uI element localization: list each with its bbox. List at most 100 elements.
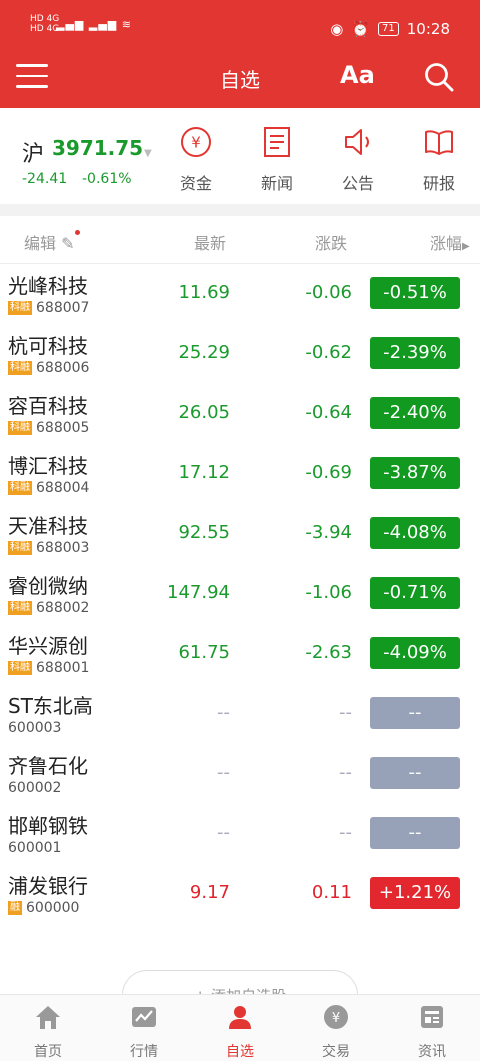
yuan-circle-icon: ¥ [181,127,211,157]
tab-home[interactable]: 首页 [0,1003,96,1061]
stock-change: -0.06 [305,282,352,303]
table-row[interactable]: 华兴源创 科融 688001 61.75 -2.63 -4.09% [0,624,480,684]
stock-pct-badge[interactable]: -0.71% [370,577,460,609]
table-row[interactable]: 睿创微纳 科融 688002 147.94 -1.06 -0.71% [0,564,480,624]
search-icon[interactable] [424,62,454,92]
stock-pct-badge[interactable]: -4.09% [370,637,460,669]
index-name: 沪 [22,142,45,167]
tab-news[interactable]: 资讯 [384,1003,480,1061]
stock-code: 600000 [26,900,80,916]
stock-change: -0.69 [305,462,352,483]
stock-pct-badge[interactable]: -2.40% [370,397,460,429]
table-row[interactable]: 杭可科技 科融 688006 25.29 -0.62 -2.39% [0,324,480,384]
stock-name: 光峰科技 [8,274,88,298]
table-row[interactable]: 博汇科技 科融 688004 17.12 -0.69 -3.87% [0,444,480,504]
index-change: -24.41 [22,171,68,187]
caret-down-icon[interactable]: ▼ [144,148,152,159]
stock-change: -- [339,762,352,783]
stock-code: 688002 [36,600,90,616]
yuan-coin-icon: ¥ [324,1005,348,1029]
stock-pct-badge[interactable]: -0.51% [370,277,460,309]
stock-pct-badge[interactable]: -- [370,697,460,729]
index-value: 3971.75 [52,136,144,160]
stock-price: 26.05 [178,402,230,423]
table-row[interactable]: 容百科技 科融 688005 26.05 -0.64 -2.40% [0,384,480,444]
stock-code: 688007 [36,300,90,316]
stock-name: ST东北高 [8,694,93,718]
stock-change: -- [339,702,352,723]
index-panel[interactable]: 沪 3971.75 ▼ -24.41 -0.61% ¥ 资金 新闻 公告 研报 [0,108,480,204]
home-icon [36,1006,60,1029]
eye-icon: ◉ [330,20,344,38]
stock-price: -- [217,762,230,783]
stock-pct-badge[interactable]: -- [370,757,460,789]
stock-price: 25.29 [178,342,230,363]
stock-price: 17.12 [178,462,230,483]
quick-link-news[interactable]: 新闻 [247,126,307,194]
stock-pct-badge[interactable]: -- [370,817,460,849]
quick-link-research[interactable]: 研报 [409,126,469,194]
tab-watchlist[interactable]: 自选 [192,1003,288,1061]
stock-change: -2.63 [305,642,352,663]
stock-pct-badge[interactable]: -3.87% [370,457,460,489]
document-icon [264,127,290,157]
caret-right-icon: ▶ [462,241,470,252]
stock-name: 博汇科技 [8,454,88,478]
stock-price: 147.94 [167,582,230,603]
quick-link-funds[interactable]: ¥ 资金 [166,126,226,194]
app-bar: 自选 Aa [0,46,480,108]
stock-name: 睿创微纳 [8,574,88,598]
table-row[interactable]: 浦发银行 融 600000 9.17 0.11 +1.21% [0,864,480,924]
tab-market[interactable]: 行情 [96,1003,192,1061]
page-title: 自选 [220,68,260,92]
stock-price: 92.55 [178,522,230,543]
divider [0,204,480,216]
stock-change: -0.62 [305,342,352,363]
stock-pct-badge[interactable]: -2.39% [370,337,460,369]
stock-price: -- [217,702,230,723]
stock-change: -3.94 [305,522,352,543]
clock: 10:28 [406,20,450,38]
bottom-tab-bar: 首页 行情 自选 ¥ 交易 资讯 [0,994,480,1061]
stock-code: 688001 [36,660,90,676]
col-pct[interactable]: 涨幅▶ [430,230,470,254]
table-row[interactable]: 邯郸钢铁 600001 -- -- -- [0,804,480,864]
stock-price: 9.17 [189,882,230,903]
font-size-button[interactable]: Aa [340,61,375,89]
stock-name: 邯郸钢铁 [8,814,88,838]
margin-badge: 科融 [8,661,32,675]
margin-badge: 科融 [8,481,32,495]
table-header: 编辑 ✎ 最新 涨跌 涨幅▶ [0,216,480,264]
alarm-icon: ⏰ [351,20,371,38]
news-icon [421,1006,443,1028]
stock-price: 11.69 [178,282,230,303]
margin-badge: 科融 [8,421,32,435]
stock-name: 浦发银行 [8,874,88,898]
notification-dot [74,230,80,235]
stock-change: -- [339,822,352,843]
col-change[interactable]: 涨跌 [315,230,347,254]
edit-button[interactable]: 编辑 ✎ [24,230,80,254]
stock-pct-badge[interactable]: -4.08% [370,517,460,549]
stock-name: 杭可科技 [8,334,88,358]
book-icon [425,130,453,155]
margin-badge: 科融 [8,601,32,615]
svg-text:¥: ¥ [191,134,201,152]
stock-name: 容百科技 [8,394,88,418]
status-bar: HD 4G HD 4G ▂▄▆ ▂▄▆ ≋ ◉ ⏰ 71 10:28 [0,0,480,46]
table-row[interactable]: 齐鲁石化 600002 -- -- -- [0,744,480,804]
table-row[interactable]: 光峰科技 科融 688007 11.69 -0.06 -0.51% [0,264,480,324]
stock-price: -- [217,822,230,843]
stock-name: 天准科技 [8,514,88,538]
table-row[interactable]: ST东北高 600003 -- -- -- [0,684,480,744]
quick-link-notice[interactable]: 公告 [328,126,388,194]
stock-pct-badge[interactable]: +1.21% [370,877,460,909]
stock-code: 688006 [36,360,90,376]
stock-code: 600003 [8,720,62,736]
table-row[interactable]: 天准科技 科融 688003 92.55 -3.94 -4.08% [0,504,480,564]
stock-change: -1.06 [305,582,352,603]
stock-code: 688003 [36,540,90,556]
stock-code: 600002 [8,780,62,796]
tab-trade[interactable]: ¥ 交易 [288,1003,384,1061]
col-latest[interactable]: 最新 [194,230,226,254]
